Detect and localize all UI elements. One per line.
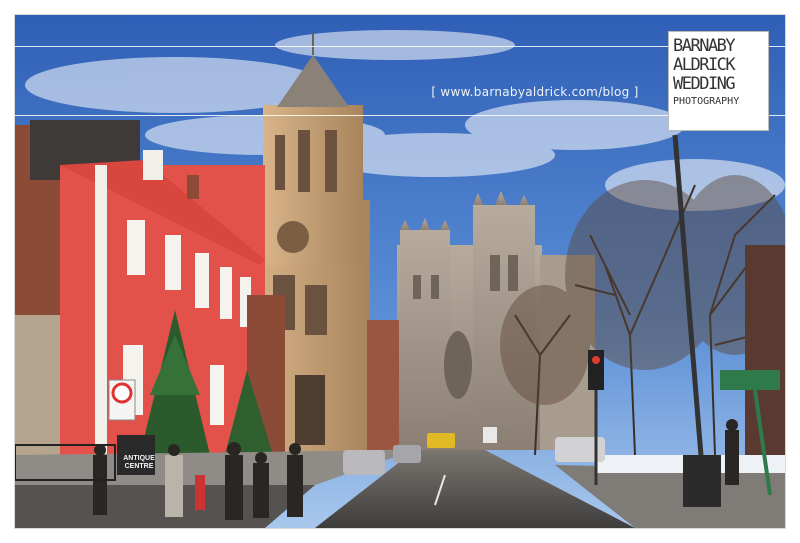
- sign-line-2: CENTRE: [124, 463, 154, 470]
- right-building: [745, 245, 785, 455]
- photo-frame: [ www.barnabyaldrick.com/blog ] BARNABY …: [15, 15, 785, 528]
- logo-line-4: PHOTOGRAPHY: [673, 96, 740, 107]
- antique-centre-sign: ANTIQUE CENTRE: [121, 455, 157, 471]
- logo-line-2: ALDRICK: [673, 56, 736, 75]
- watermark-logo: BARNABY ALDRICK WEDDING PHOTOGRAPHY: [668, 31, 769, 131]
- logo-line-1: BARNABY: [673, 37, 736, 56]
- logo-line-3: WEDDING: [673, 75, 736, 94]
- brick-house: [367, 320, 399, 450]
- watermark-blog-url: [ www.barnabyaldrick.com/blog ]: [431, 85, 639, 99]
- sign-line-1: ANTIQUE: [123, 455, 155, 462]
